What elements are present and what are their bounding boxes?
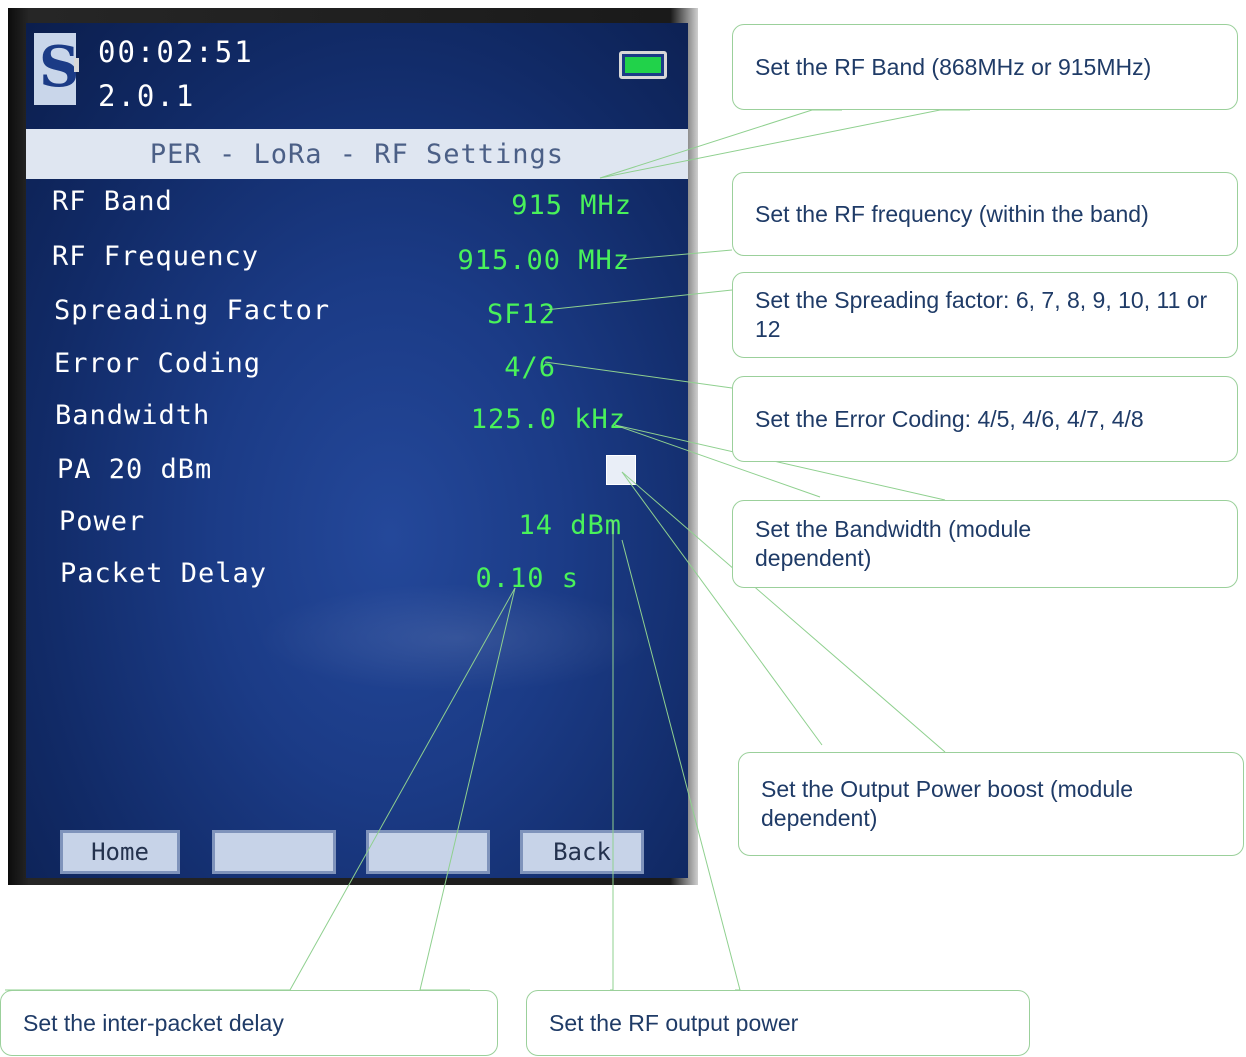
setting-label-error-coding: Error Coding bbox=[54, 348, 262, 379]
softkey-3-button[interactable] bbox=[366, 830, 490, 874]
screen-title-bar: PER - LoRa - RF Settings bbox=[26, 129, 688, 179]
device-screen: S 00:02:51 2.0.1 PER - LoRa - RF Setting… bbox=[26, 23, 688, 878]
callout-bandwidth-text: Set the Bandwidth (module dependent) bbox=[755, 516, 1032, 571]
callout-output-boost-text: Set the Output Power boost (module depen… bbox=[761, 776, 1134, 831]
softkey-2-button[interactable] bbox=[212, 830, 336, 874]
callout-spreading-factor: Set the Spreading factor: 6, 7, 8, 9, 10… bbox=[732, 272, 1238, 358]
setting-value-power[interactable]: 14 dBm bbox=[518, 510, 622, 541]
setting-value-rf-frequency[interactable]: 915.00 MHz bbox=[457, 245, 630, 276]
setting-label-power: Power bbox=[59, 506, 146, 537]
callout-output-power: Set the RF output power bbox=[526, 990, 1030, 1056]
callout-packet-delay: Set the inter-packet delay bbox=[0, 990, 498, 1056]
battery-level bbox=[625, 57, 661, 73]
clock-display: 00:02:51 bbox=[98, 35, 254, 69]
callout-spreading-factor-text: Set the Spreading factor: 6, 7, 8, 9, 10… bbox=[755, 287, 1208, 342]
battery-icon bbox=[619, 51, 667, 79]
setting-value-spreading-factor[interactable]: SF12 bbox=[487, 299, 556, 330]
callout-output-power-text: Set the RF output power bbox=[549, 1009, 799, 1036]
softkey-home-button[interactable]: Home bbox=[60, 830, 180, 874]
callout-bandwidth: Set the Bandwidth (module dependent) bbox=[732, 500, 1238, 588]
company-logo-icon: S bbox=[34, 33, 79, 105]
screen-title: PER - LoRa - RF Settings bbox=[149, 139, 565, 170]
callout-rf-band: Set the RF Band (868MHz or 915MHz) bbox=[732, 24, 1238, 110]
callout-rf-band-text: Set the RF Band (868MHz or 915MHz) bbox=[755, 53, 1152, 80]
callout-rf-frequency: Set the RF frequency (within the band) bbox=[732, 172, 1238, 256]
setting-label-bandwidth: Bandwidth bbox=[55, 400, 211, 431]
setting-label-packet-delay: Packet Delay bbox=[60, 558, 268, 589]
callout-error-coding-text: Set the Error Coding: 4/5, 4/6, 4/7, 4/8 bbox=[755, 405, 1144, 432]
callout-error-coding: Set the Error Coding: 4/5, 4/6, 4/7, 4/8 bbox=[732, 376, 1238, 462]
setting-label-rf-frequency: RF Frequency bbox=[52, 241, 260, 272]
screen-glare bbox=[256, 583, 656, 693]
firmware-version: 2.0.1 bbox=[98, 79, 196, 113]
softkey-back-button[interactable]: Back bbox=[520, 830, 644, 874]
device-photo: S 00:02:51 2.0.1 PER - LoRa - RF Setting… bbox=[8, 8, 698, 885]
setting-value-error-coding[interactable]: 4/6 bbox=[504, 352, 556, 383]
pa-boost-checkbox[interactable] bbox=[606, 455, 636, 485]
callout-output-boost: Set the Output Power boost (module depen… bbox=[738, 752, 1244, 856]
callout-rf-frequency-text: Set the RF frequency (within the band) bbox=[755, 200, 1149, 227]
setting-label-pa-20-dbm: PA 20 dBm bbox=[57, 454, 213, 485]
callout-packet-delay-text: Set the inter-packet delay bbox=[23, 1009, 284, 1036]
setting-label-spreading-factor: Spreading Factor bbox=[54, 295, 331, 326]
setting-label-rf-band: RF Band bbox=[52, 186, 173, 217]
battery-tip bbox=[74, 58, 79, 72]
setting-value-bandwidth[interactable]: 125.0 kHz bbox=[471, 404, 626, 435]
setting-value-rf-band[interactable]: 915 MHz bbox=[511, 190, 632, 221]
setting-value-packet-delay[interactable]: 0.10 s bbox=[475, 563, 579, 594]
